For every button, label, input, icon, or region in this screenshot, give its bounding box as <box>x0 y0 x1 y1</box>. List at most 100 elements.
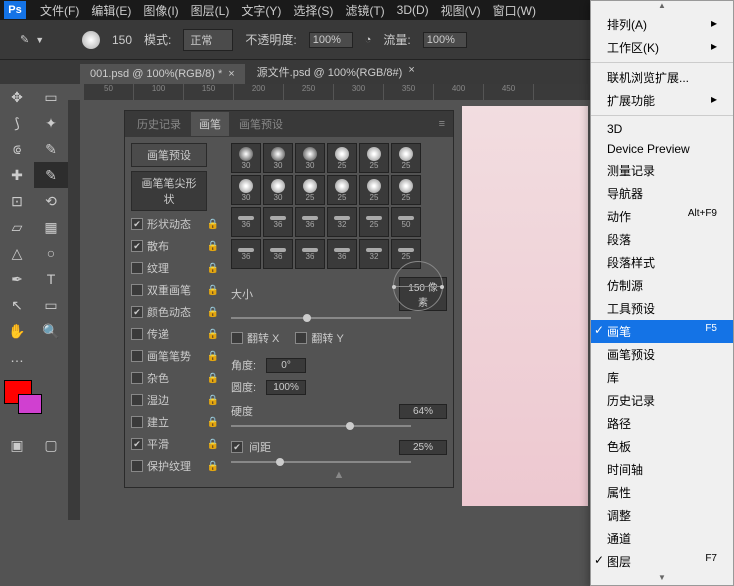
hardness-slider[interactable] <box>231 425 411 427</box>
menu-window[interactable]: 窗口(W) <box>487 2 542 19</box>
panel-tab-brush[interactable]: 画笔 <box>191 112 229 136</box>
menu-item-Device Preview[interactable]: Device Preview <box>591 139 733 159</box>
type-tool[interactable]: T <box>34 266 68 292</box>
lock-icon[interactable]: 🔒 <box>207 263 219 274</box>
menu-item-色板[interactable]: 色板 <box>591 435 733 458</box>
menu-item-通道[interactable]: 通道 <box>591 527 733 550</box>
menu-image[interactable]: 图像(I) <box>137 2 184 19</box>
option-checkbox-10[interactable] <box>131 438 143 450</box>
brush-tip[interactable]: 25 <box>359 175 389 205</box>
brush-tip[interactable]: 25 <box>391 143 421 173</box>
menu-item-时间轴[interactable]: 时间轴 <box>591 458 733 481</box>
move-tool[interactable]: ✥ <box>0 84 34 110</box>
tablet-pressure-icon[interactable]: ◔ <box>365 34 372 46</box>
menu-layer[interactable]: 图层(L) <box>185 2 236 19</box>
marquee-tool[interactable]: ▭ <box>34 84 68 110</box>
quickmask-icon[interactable]: ▣ <box>0 432 34 458</box>
spacing-checkbox[interactable] <box>231 441 243 453</box>
brush-tip[interactable]: 30 <box>231 175 261 205</box>
pen-tool[interactable]: ✒ <box>0 266 34 292</box>
more-tools[interactable]: … <box>0 344 34 370</box>
lock-icon[interactable]: 🔒 <box>207 461 219 472</box>
brush-tip[interactable]: 32 <box>359 239 389 269</box>
lock-icon[interactable]: 🔒 <box>207 417 219 428</box>
zoom-tool[interactable]: 🔍 <box>34 318 68 344</box>
panel-tab-preset[interactable]: 画笔预设 <box>231 112 291 136</box>
option-checkbox-3[interactable] <box>131 284 143 296</box>
menu-file[interactable]: 文件(F) <box>34 2 85 19</box>
brush-tool[interactable]: ✎ <box>34 162 68 188</box>
close-icon[interactable]: × <box>228 68 234 80</box>
menu-3d[interactable]: 3D(D) <box>391 3 435 17</box>
scrollbar-vertical[interactable] <box>68 100 80 520</box>
panel-menu-icon[interactable]: ≡ <box>439 118 445 130</box>
menu-item-工具预设[interactable]: 工具预设 <box>591 297 733 320</box>
option-checkbox-8[interactable] <box>131 394 143 406</box>
brush-tip[interactable]: 30 <box>263 175 293 205</box>
option-checkbox-11[interactable] <box>131 460 143 472</box>
background-color-swatch[interactable] <box>18 394 42 414</box>
spacing-value[interactable]: 25% <box>399 440 447 455</box>
option-checkbox-6[interactable] <box>131 350 143 362</box>
menu-item-动作[interactable]: 动作Alt+F9 <box>591 205 733 228</box>
menu-item-库[interactable]: 库 <box>591 366 733 389</box>
flip-x-checkbox[interactable] <box>231 332 243 344</box>
eraser-tool[interactable]: ▱ <box>0 214 34 240</box>
flip-y-checkbox[interactable] <box>295 332 307 344</box>
brush-tip[interactable]: 32 <box>327 207 357 237</box>
hardness-value[interactable]: 64% <box>399 404 447 419</box>
brush-tip[interactable]: 36 <box>231 239 261 269</box>
roundness-value[interactable]: 100% <box>266 380 306 395</box>
menu-item-属性[interactable]: 属性 <box>591 481 733 504</box>
menu-item-画笔[interactable]: ✓画笔F5 <box>591 320 733 343</box>
menu-item-排列(A)[interactable]: 排列(A)▸ <box>591 13 733 36</box>
angle-value[interactable]: 0° <box>266 358 306 373</box>
stamp-tool[interactable]: ⊡ <box>0 188 34 214</box>
menu-item-测量记录[interactable]: 测量记录 <box>591 159 733 182</box>
crop-tool[interactable]: ⟃ <box>0 136 34 162</box>
menu-item-路径[interactable]: 路径 <box>591 412 733 435</box>
brush-tip[interactable]: 30 <box>295 143 325 173</box>
menu-edit[interactable]: 编辑(E) <box>85 2 137 19</box>
option-checkbox-9[interactable] <box>131 416 143 428</box>
brush-tip[interactable]: 50 <box>391 207 421 237</box>
menu-item-工作区(K)[interactable]: 工作区(K)▸ <box>591 36 733 59</box>
flow-input[interactable]: 100% <box>423 32 467 48</box>
menu-item-仿制源[interactable]: 仿制源 <box>591 274 733 297</box>
brush-tip[interactable]: 25 <box>391 175 421 205</box>
blur-tool[interactable]: △ <box>0 240 34 266</box>
menu-item-历史记录[interactable]: 历史记录 <box>591 389 733 412</box>
menu-item-段落样式[interactable]: 段落样式 <box>591 251 733 274</box>
lock-icon[interactable]: 🔒 <box>207 285 219 296</box>
hand-tool[interactable]: ✋ <box>0 318 34 344</box>
screenmode-icon[interactable]: ▢ <box>34 432 68 458</box>
brush-tip[interactable]: 25 <box>327 175 357 205</box>
canvas-area[interactable] <box>462 106 588 506</box>
menu-item-段落[interactable]: 段落 <box>591 228 733 251</box>
shape-tool[interactable]: ▭ <box>34 292 68 318</box>
scroll-down-arrow[interactable]: ▼ <box>591 573 733 585</box>
brush-preview[interactable] <box>82 31 100 49</box>
dodge-tool[interactable]: ○ <box>34 240 68 266</box>
menu-item-画笔预设[interactable]: 画笔预设 <box>591 343 733 366</box>
tip-shape-button[interactable]: 画笔笔尖形状 <box>131 171 207 211</box>
menu-item-联机浏览扩展...[interactable]: 联机浏览扩展... <box>591 66 733 89</box>
lock-icon[interactable]: 🔒 <box>207 329 219 340</box>
menu-item-图层[interactable]: ✓图层F7 <box>591 550 733 573</box>
size-slider[interactable] <box>231 317 411 319</box>
menu-select[interactable]: 选择(S) <box>287 2 339 19</box>
scroll-up-arrow[interactable]: ▲ <box>591 1 733 13</box>
brush-tip[interactable]: 25 <box>359 143 389 173</box>
menu-item-3D[interactable]: 3D <box>591 119 733 139</box>
lock-icon[interactable]: 🔒 <box>207 395 219 406</box>
brush-tip[interactable]: 25 <box>359 207 389 237</box>
close-icon[interactable]: × <box>408 64 414 80</box>
brush-tip[interactable]: 30 <box>263 143 293 173</box>
brush-tip[interactable]: 25 <box>327 143 357 173</box>
brush-tip[interactable]: 25 <box>295 175 325 205</box>
brush-tip[interactable]: 36 <box>263 207 293 237</box>
lock-icon[interactable]: 🔒 <box>207 439 219 450</box>
path-tool[interactable]: ↖ <box>0 292 34 318</box>
menu-item-扩展功能[interactable]: 扩展功能▸ <box>591 89 733 112</box>
menu-item-导航器[interactable]: 导航器 <box>591 182 733 205</box>
